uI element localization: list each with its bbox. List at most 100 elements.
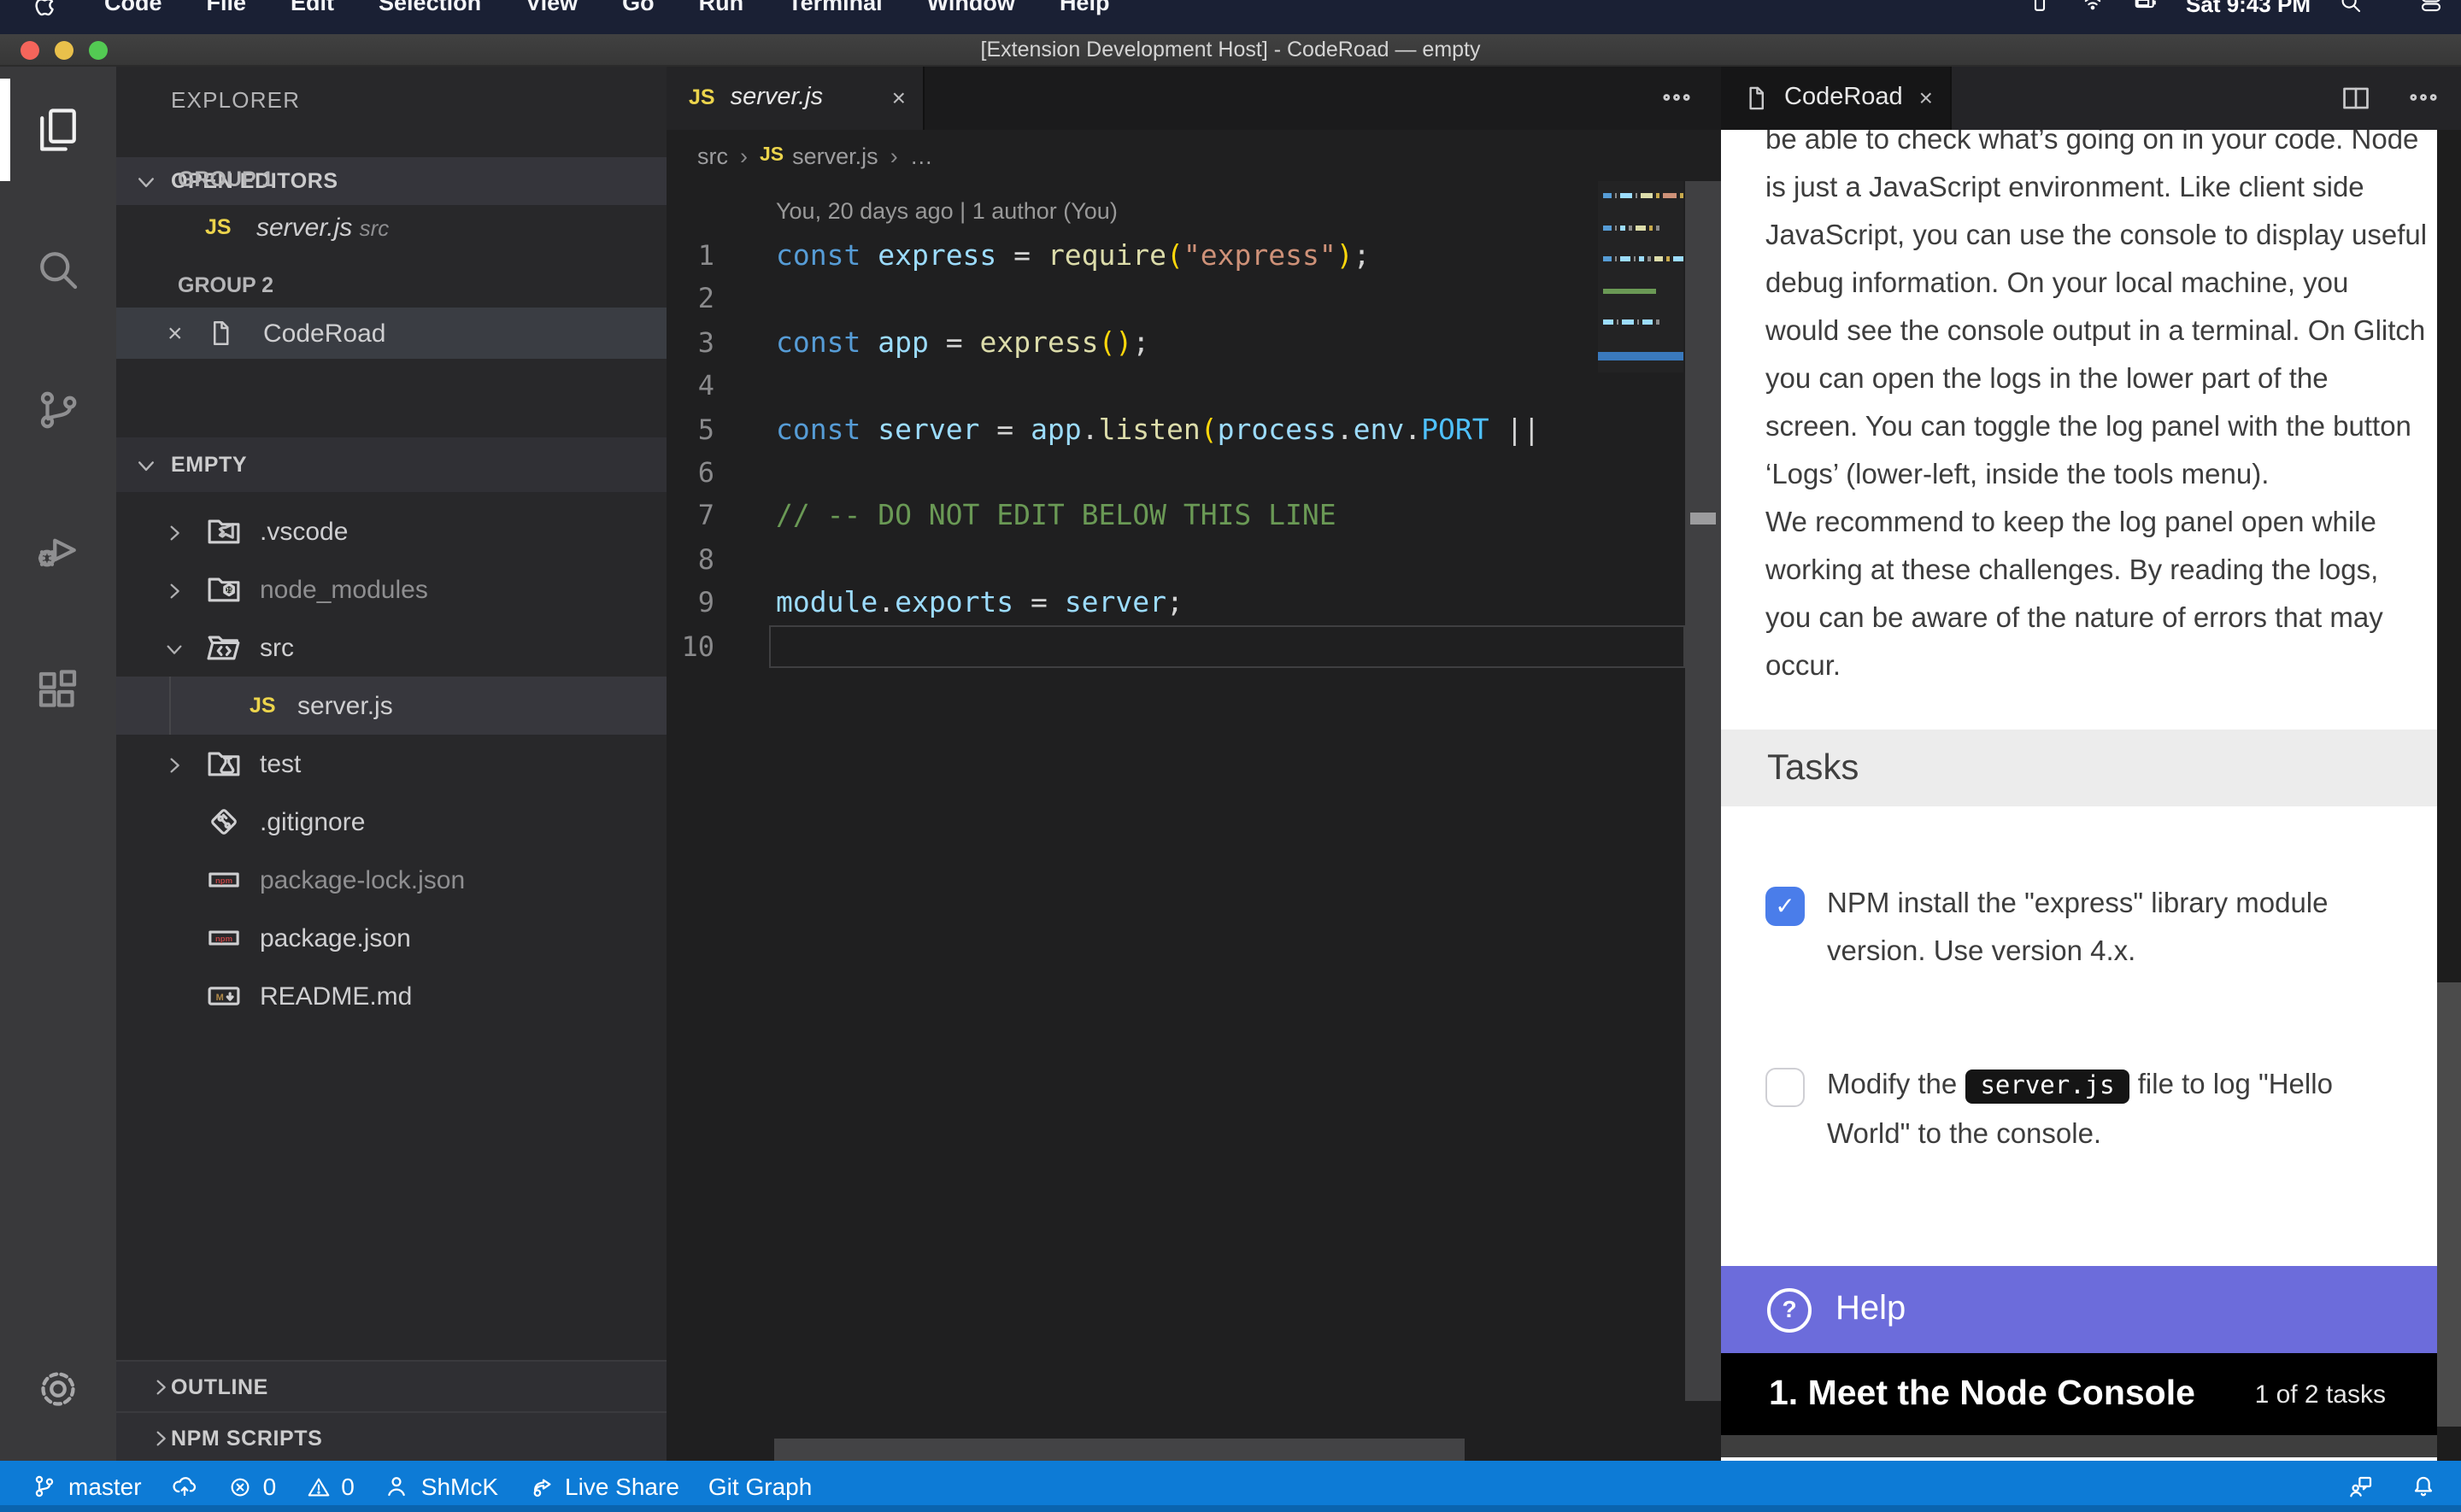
task-item-1: ✓NPM install the "express" library modul…: [1765, 882, 2415, 976]
extensions-icon[interactable]: [0, 636, 116, 745]
tree-item--gitignore[interactable]: .gitignore: [116, 793, 667, 851]
chevron-down-icon[interactable]: [161, 634, 188, 661]
menu-item-go[interactable]: Go: [622, 0, 655, 22]
help-section-header[interactable]: ? Help: [1721, 1266, 2437, 1353]
feedback-icon[interactable]: [2348, 1473, 2376, 1500]
menu-item-file[interactable]: File: [207, 0, 247, 22]
tasks-section-header: Tasks: [1721, 730, 2437, 806]
tree-item-package-json[interactable]: npmpackage.json: [116, 909, 667, 967]
code-line-8[interactable]: 8: [667, 538, 1685, 582]
chevron-right-icon[interactable]: [161, 750, 188, 777]
menu-item-help[interactable]: Help: [1060, 0, 1110, 22]
menu-item-selection[interactable]: Selection: [379, 0, 481, 22]
menu-item-terminal[interactable]: Terminal: [788, 0, 883, 22]
tree-item-src[interactable]: src: [116, 618, 667, 677]
breadcrumb-item[interactable]: server.js: [792, 143, 878, 168]
sidebar-section-npm-scripts[interactable]: NPM SCRIPTS: [116, 1411, 667, 1461]
wifi-icon[interactable]: [2080, 0, 2106, 19]
git-graph-button[interactable]: Git Graph: [708, 1473, 812, 1500]
code-editor[interactable]: You, 20 days ago | 1 author (You) 1const…: [667, 181, 1685, 1461]
code-line-3[interactable]: 3const app = express();: [667, 321, 1685, 365]
code-line-10[interactable]: 10: [667, 624, 1685, 668]
scrollbar-thumb[interactable]: [2437, 982, 2461, 1427]
panel-scrollbar[interactable]: [1685, 181, 1721, 1401]
task-checkbox[interactable]: [1765, 1068, 1805, 1107]
scrollbar-thumb[interactable]: [1690, 513, 1716, 525]
code-line-9[interactable]: 9module.exports = server;: [667, 581, 1685, 624]
code-line-2[interactable]: 2: [667, 278, 1685, 321]
search-icon[interactable]: [2338, 0, 2364, 19]
code-line-7[interactable]: 7// -- DO NOT EDIT BELOW THIS LINE: [667, 495, 1685, 538]
menu-item-edit[interactable]: Edit: [291, 0, 334, 22]
panel-more-actions-icon[interactable]: [2406, 80, 2440, 114]
close-tab-icon[interactable]: ×: [1919, 84, 1933, 111]
tab-server-js[interactable]: JS server.js ×: [667, 65, 925, 130]
warnings-count[interactable]: 0: [305, 1473, 355, 1500]
sidebar-section-outline[interactable]: OUTLINE: [116, 1360, 667, 1413]
code-line-1[interactable]: 1const express = require("express");: [667, 234, 1685, 278]
settings-gear-icon[interactable]: [0, 1334, 116, 1444]
window-title-bar[interactable]: [Extension Development Host] - CodeRoad …: [0, 34, 2461, 67]
webview-scrollbar[interactable]: [2437, 130, 2461, 1461]
close-editor-icon[interactable]: ×: [167, 319, 183, 348]
git-icon: [205, 803, 243, 841]
tree-item-README-md[interactable]: MREADME.md: [116, 967, 667, 1025]
breadcrumb-item[interactable]: src: [697, 143, 728, 168]
sync-changes-button[interactable]: [171, 1473, 198, 1500]
chevron-right-icon[interactable]: [161, 518, 188, 545]
editor-more-actions-icon[interactable]: [1659, 65, 1694, 130]
minimize-window-button[interactable]: [55, 41, 73, 60]
breadcrumb-item[interactable]: …: [910, 143, 933, 168]
run-debug-icon[interactable]: [0, 495, 116, 605]
folder-section-header[interactable]: EMPTY: [116, 437, 667, 492]
code-line-6[interactable]: 6: [667, 451, 1685, 495]
editor-tab-bar: JS server.js ×: [667, 65, 1721, 130]
zoom-window-button[interactable]: [89, 41, 108, 60]
battery-icon[interactable]: [2133, 0, 2159, 19]
git-branch-item[interactable]: master: [31, 1473, 142, 1500]
open-editors-group-label: GROUP 2: [178, 263, 273, 308]
live-share-button[interactable]: Live Share: [527, 1473, 679, 1500]
tree-item-node_modules[interactable]: JSnode_modules: [116, 560, 667, 618]
activity-bar: [0, 65, 116, 1461]
status-bar: master 0 0 ShMcK Live Share Git Graph: [0, 1461, 2461, 1512]
chevron-right-icon[interactable]: [161, 576, 188, 603]
liveshare-account[interactable]: ShMcK: [384, 1473, 498, 1500]
close-window-button[interactable]: [21, 41, 39, 60]
close-tab-icon[interactable]: ×: [892, 84, 906, 111]
search-icon[interactable]: [0, 215, 116, 325]
minimap[interactable]: [1598, 181, 1683, 372]
menu-item-code[interactable]: Code: [104, 0, 162, 22]
coderoad-tab-bar: CodeRoad ×: [1721, 65, 2461, 130]
device-icon[interactable]: [2027, 0, 2053, 19]
menu-item-view[interactable]: View: [526, 0, 578, 22]
open-editor-item-coderoad[interactable]: ×CodeRoad: [116, 308, 667, 359]
code-line-4[interactable]: 4: [667, 364, 1685, 407]
editor-horizontal-scrollbar[interactable]: [774, 1439, 1465, 1461]
task-checkbox[interactable]: ✓: [1765, 887, 1805, 926]
code-line-5[interactable]: 5const server = app.listen(process.env.P…: [667, 407, 1685, 451]
svg-text:JS: JS: [226, 586, 233, 594]
notifications-bell-icon[interactable]: [2410, 1473, 2437, 1500]
apple-menu-icon[interactable]: [31, 0, 60, 22]
open-editor-item-server-js[interactable]: JSserver.js src: [116, 202, 667, 253]
control-center-icon[interactable]: [2418, 0, 2444, 19]
menu-item-run[interactable]: Run: [699, 0, 744, 22]
menu-item-window[interactable]: Window: [927, 0, 1015, 22]
menu-clock[interactable]: Sat 9:43 PM: [2186, 0, 2311, 16]
md-icon: M: [205, 977, 243, 1015]
tree-item-test[interactable]: test: [116, 735, 667, 793]
tree-item-server-js[interactable]: JSserver.js: [116, 677, 667, 735]
vscode-window: Code File Edit Selection View Go Run Terminal Wi…: [0, 0, 2461, 1512]
errors-count[interactable]: 0: [227, 1473, 277, 1500]
tasks-progress: 1 of 2 tasks: [2255, 1380, 2386, 1409]
js-file-icon: JS: [689, 85, 715, 109]
codelens-blame[interactable]: You, 20 days ago | 1 author (You): [776, 198, 1118, 224]
lesson-title: 1. Meet the Node Console: [1769, 1374, 2195, 1415]
npm-icon: npm: [205, 919, 243, 957]
source-control-icon[interactable]: [0, 355, 116, 465]
tree-item--vscode[interactable]: .vscode: [116, 502, 667, 560]
tab-coderoad[interactable]: CodeRoad ×: [1721, 65, 1952, 130]
explorer-icon[interactable]: [0, 75, 116, 185]
tree-item-package-lock-json[interactable]: npmpackage-lock.json: [116, 851, 667, 909]
